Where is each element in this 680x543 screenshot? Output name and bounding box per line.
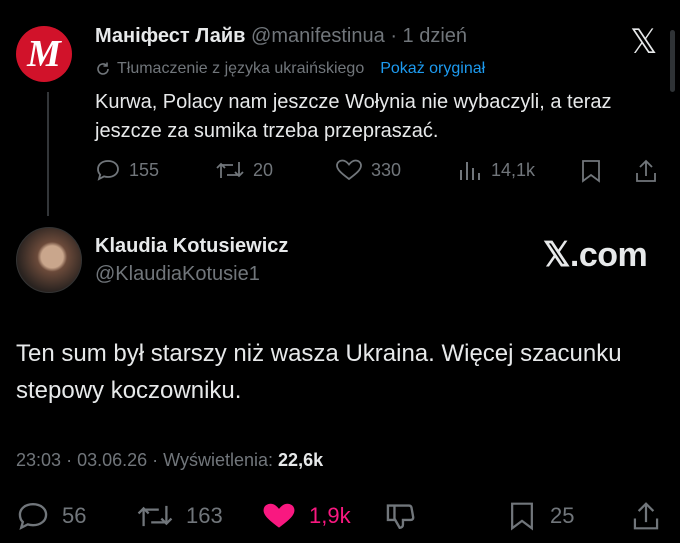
tweet-time[interactable]: 23:03 (16, 450, 61, 470)
bookmark-icon (582, 160, 600, 183)
views-button[interactable]: 14,1k (457, 158, 535, 182)
repost-button[interactable]: 20 (215, 158, 273, 182)
like-count: 330 (371, 159, 402, 180)
share-button[interactable] (633, 158, 659, 184)
reply-handle[interactable]: @KlaudiaKotusie1 (95, 263, 260, 286)
translation-text: Tłumaczenie z języka ukraińskiego (117, 60, 365, 77)
repost-icon (137, 505, 173, 527)
repost-button[interactable]: 163 (136, 500, 223, 532)
bookmark-count: 25 (550, 503, 575, 528)
scrollbar[interactable] (670, 30, 675, 92)
show-original-link[interactable]: Pokaż oryginał (380, 60, 485, 78)
heart-filled-icon (263, 503, 295, 528)
like-button[interactable]: 1,9k (261, 500, 351, 532)
reply-display-name[interactable]: Klaudia Kotusiewicz (95, 235, 288, 258)
views-total: 22,6k (278, 450, 324, 470)
separator: · (390, 25, 397, 47)
repost-count: 163 (186, 503, 223, 528)
author-handle[interactable]: @manifestinua (251, 25, 385, 47)
reply-button[interactable]: 155 (95, 158, 159, 182)
reply-tweet-text: Ten sum był starszy niż wasza Ukraina. W… (16, 340, 622, 404)
share-icon (636, 159, 656, 182)
heart-icon (336, 159, 362, 181)
views-count: 14,1k (491, 159, 536, 180)
thumbs-down-icon (386, 504, 415, 529)
reply-actions: 56 163 1,9k 25 (16, 500, 666, 534)
author-line: Маніфест Лайв @manifestinua · 1 dzień (95, 25, 467, 48)
translation-note: Tłumaczenie z języka ukraińskiego Pokaż … (95, 60, 485, 78)
refresh-icon (97, 62, 109, 75)
tweet-text: Kurwa, Polacy nam jeszcze Wołynia nie wy… (95, 91, 612, 142)
views-label: Wyświetlenia: (163, 450, 274, 470)
tweet-date[interactable]: 03.06.26 (77, 450, 147, 470)
repost-icon (216, 162, 244, 178)
x-com-watermark: 𝕏.com (543, 236, 648, 274)
tweet-meta: 23:03 · 03.06.26 · Wyświetlenia: 22,6k (16, 450, 324, 470)
x-logo-icon[interactable]: 𝕏 (630, 22, 657, 62)
like-count: 1,9k (309, 503, 351, 528)
reply-icon (18, 503, 48, 531)
repost-count: 20 (253, 159, 274, 180)
display-name[interactable]: Маніфест Лайв (95, 25, 245, 47)
avatar-letter: M (27, 33, 61, 75)
bookmark-button[interactable] (579, 158, 603, 184)
dislike-button[interactable] (384, 500, 418, 532)
reply-count: 56 (62, 503, 87, 528)
bookmark-button[interactable]: 25 (506, 500, 574, 532)
views-chart-icon (460, 162, 480, 180)
like-button[interactable]: 330 (335, 158, 401, 182)
reply-button[interactable]: 56 (16, 500, 86, 532)
thread-line (47, 92, 49, 216)
reply-icon (97, 160, 119, 181)
reply-count: 155 (129, 159, 160, 180)
avatar-manifest[interactable]: M (16, 26, 72, 82)
bookmark-icon (511, 502, 533, 531)
share-button[interactable] (630, 500, 662, 532)
avatar-klaudia[interactable] (16, 227, 82, 293)
share-icon (633, 502, 659, 530)
timestamp[interactable]: 1 dzień (403, 25, 468, 47)
tweet-actions: 155 20 330 14,1k (95, 158, 665, 188)
